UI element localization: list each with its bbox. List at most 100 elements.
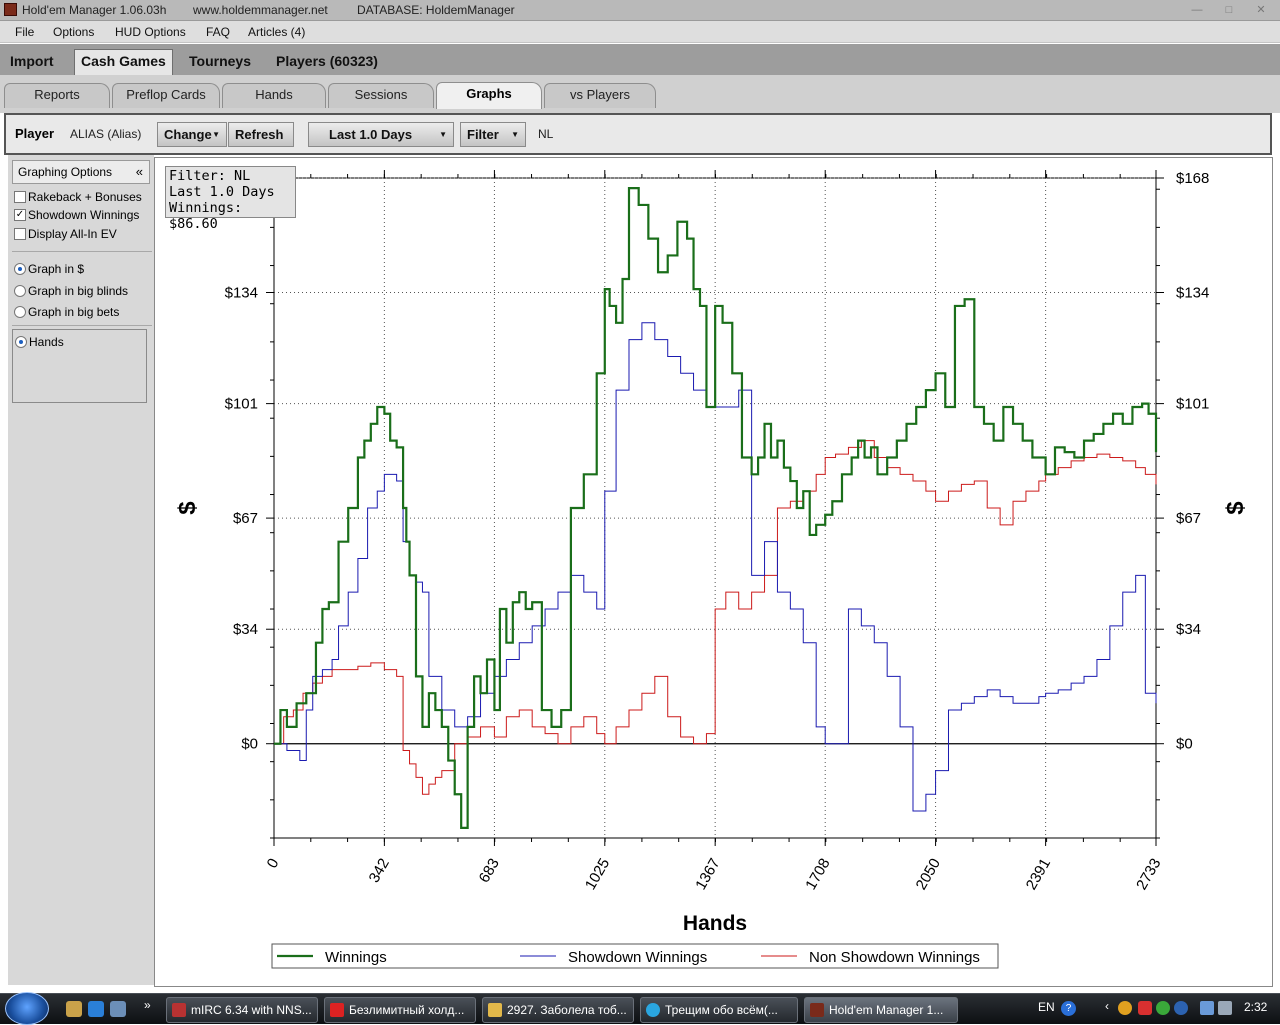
- sub-tabs: Reports Preflop Cards Hands Sessions Gra…: [0, 75, 1280, 113]
- rakeback-checkbox[interactable]: Rakeback + Bonuses: [12, 187, 152, 207]
- tab-reports[interactable]: Reports: [4, 83, 110, 108]
- maximize-icon[interactable]: □: [1222, 4, 1236, 16]
- window-database: DATABASE: HoldemManager: [357, 3, 515, 17]
- y-tick-label-right: $67: [1176, 510, 1201, 527]
- skype-icon: [646, 1003, 660, 1017]
- y-tick-label-right: $34: [1176, 621, 1201, 638]
- dropdown-arrow-icon: ▼: [439, 130, 447, 139]
- tab-tourneys[interactable]: Tourneys: [183, 50, 257, 72]
- tab-hands[interactable]: Hands: [222, 83, 326, 108]
- window-url: www.holdemmanager.net: [193, 3, 328, 17]
- tab-cash-games[interactable]: Cash Games: [74, 49, 173, 75]
- graph-in-dollars-radio[interactable]: Graph in $: [12, 259, 152, 279]
- internet-explorer-icon[interactable]: [88, 1001, 104, 1017]
- tray-app-icon[interactable]: [1156, 1001, 1170, 1015]
- chevron-right-icon[interactable]: »: [144, 998, 151, 1012]
- menu-hud-options[interactable]: HUD Options: [115, 25, 186, 39]
- menu-file[interactable]: File: [15, 25, 34, 39]
- chevron-double-left-icon[interactable]: «: [136, 161, 143, 183]
- player-label: Player: [15, 126, 55, 141]
- folder-icon[interactable]: [66, 1001, 82, 1017]
- axis-options-box: Hands: [12, 329, 147, 403]
- language-indicator[interactable]: EN: [1038, 1000, 1055, 1014]
- tray-app-icon[interactable]: [1138, 1001, 1152, 1015]
- opera-icon: [330, 1003, 344, 1017]
- y-tick-label-left: $0: [241, 736, 258, 753]
- graph-in-big-bets-radio[interactable]: Graph in big bets: [12, 302, 152, 322]
- y-axis-label-left: $: [174, 501, 201, 515]
- period-dropdown[interactable]: Last 1.0 Days ▼: [308, 122, 454, 147]
- player-toolbar: Player ALIAS (Alias) Change ▼ Refresh Las…: [4, 113, 1272, 155]
- x-axis-label: Hands: [683, 912, 747, 935]
- graph-info-box: Filter: NL Last 1.0 Days Winnings: $86.6…: [165, 166, 296, 232]
- y-tick-label-left: $34: [233, 621, 258, 638]
- x-tick-label: 1367: [692, 856, 723, 893]
- task-skype[interactable]: Трещим обо всём(...: [640, 997, 798, 1023]
- y-tick-label-left: $134: [225, 284, 258, 301]
- tab-sessions[interactable]: Sessions: [328, 83, 434, 108]
- x-tick-label: 1025: [582, 856, 613, 893]
- menu-articles[interactable]: Articles (4): [248, 25, 305, 39]
- x-tick-label: 2733: [1133, 856, 1164, 893]
- menu-faq[interactable]: FAQ: [206, 25, 230, 39]
- showdown-winnings-checkbox[interactable]: ✓ Showdown Winnings: [12, 205, 152, 225]
- filter-button[interactable]: Filter ▼: [460, 122, 526, 147]
- x-tick-label: 2391: [1023, 856, 1054, 893]
- holdem-manager-icon: [810, 1003, 824, 1017]
- y-tick-label-right: $0: [1176, 736, 1193, 753]
- dropdown-arrow-icon: ▼: [212, 130, 220, 139]
- tab-preflop-cards[interactable]: Preflop Cards: [112, 83, 220, 108]
- start-button[interactable]: [5, 992, 49, 1025]
- tray-app-icon[interactable]: [1118, 1001, 1132, 1015]
- clock[interactable]: 2:32: [1244, 1000, 1267, 1014]
- menu-options[interactable]: Options: [53, 25, 94, 39]
- hands-radio[interactable]: Hands: [13, 332, 153, 352]
- x-tick-label: 2050: [913, 856, 944, 893]
- task-opera[interactable]: Безлимитный холд...: [324, 997, 476, 1023]
- y-tick-label-left: $67: [233, 510, 258, 527]
- y-tick-label-left: $101: [225, 396, 258, 413]
- main-tabs: Import Cash Games Tourneys Players (6032…: [0, 44, 1280, 75]
- refresh-button[interactable]: Refresh: [228, 122, 294, 147]
- network-icon[interactable]: [1200, 1001, 1214, 1015]
- y-axis-label-right: $: [1222, 501, 1249, 515]
- minimize-icon[interactable]: —: [1190, 4, 1204, 16]
- tab-vs-players[interactable]: vs Players: [544, 83, 656, 108]
- taskbar: » mIRC 6.34 with NNS... Безлимитный холд…: [0, 992, 1280, 1025]
- show-desktop-icon[interactable]: [110, 1001, 126, 1017]
- window-title: Hold'em Manager 1.06.03h: [22, 3, 167, 17]
- tray-app-icon[interactable]: [1174, 1001, 1188, 1015]
- player-value: ALIAS (Alias): [70, 127, 142, 141]
- legend-label: Showdown Winnings: [568, 949, 707, 966]
- info-winnings: Winnings: $86.60: [169, 200, 243, 232]
- tab-players[interactable]: Players (60323): [270, 50, 384, 72]
- task-document[interactable]: 2927. Заболела тоб...: [482, 997, 634, 1023]
- menu-bar: File Options HUD Options FAQ Articles (4…: [0, 21, 1280, 43]
- task-mirc[interactable]: mIRC 6.34 with NNS...: [166, 997, 318, 1023]
- close-icon[interactable]: ✕: [1254, 4, 1268, 16]
- y-tick-label-right: $101: [1176, 396, 1209, 413]
- title-bar: Hold'em Manager 1.06.03h www.holdemmanag…: [0, 0, 1280, 21]
- change-button[interactable]: Change ▼: [157, 122, 227, 147]
- y-tick-label-right: $134: [1176, 284, 1209, 301]
- info-period: Last 1.0 Days: [169, 184, 275, 200]
- chevron-left-icon[interactable]: ‹: [1105, 999, 1109, 1013]
- winnings-chart: $0$0$34$34$67$67$101$101$134$134$168$168…: [174, 170, 1249, 969]
- tab-graphs[interactable]: Graphs: [436, 82, 542, 109]
- tab-import[interactable]: Import: [4, 50, 60, 72]
- graph-in-big-blinds-radio[interactable]: Graph in big blinds: [12, 281, 152, 301]
- checkmark-icon: ✓: [14, 209, 26, 221]
- divider: [12, 251, 152, 252]
- display-allin-ev-checkbox[interactable]: Display All-In EV: [12, 224, 152, 244]
- series-line-non-showdown-winnings: [274, 440, 1157, 795]
- help-icon[interactable]: ?: [1061, 1001, 1076, 1016]
- mirc-icon: [172, 1003, 186, 1017]
- graphing-options-header[interactable]: Graphing Options «: [12, 160, 150, 184]
- info-filter: Filter: NL: [169, 168, 251, 184]
- volume-icon[interactable]: [1218, 1001, 1232, 1015]
- legend-label: Winnings: [325, 949, 387, 966]
- x-tick-label: 683: [476, 856, 503, 886]
- task-holdem-manager[interactable]: Hold'em Manager 1...: [804, 997, 958, 1023]
- legend-label: Non Showdown Winnings: [809, 949, 980, 966]
- filter-value: NL: [538, 127, 554, 141]
